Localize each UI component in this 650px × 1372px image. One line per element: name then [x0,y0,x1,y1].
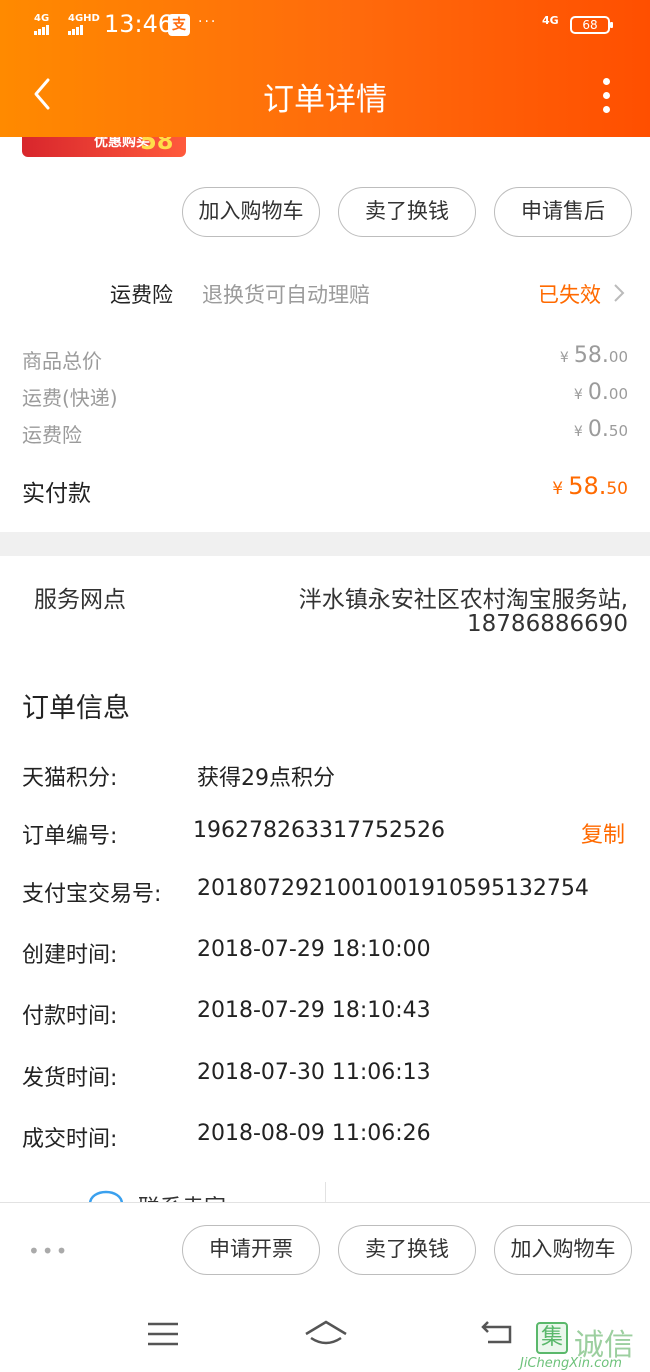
service-point-phone[interactable]: 18786886690 [467,611,628,637]
status-bar: 4G 4GHD 13:46 支 ··· 4G 68 [0,0,650,52]
status-time: 13:46 [104,10,174,38]
more-vertical-icon[interactable] [596,78,616,114]
signal-bars-icon [68,24,84,35]
product-image[interactable]: 优惠购买 58 [22,137,186,157]
order-info-value: 2018072921001001910595132754 [197,876,589,901]
order-info-label: 订单编号: [22,824,118,849]
add-to-cart-button[interactable]: 加入购物车 [494,1225,632,1275]
footer-action-bar: ••• 申请开票 卖了换钱 加入购物车 [0,1202,650,1296]
order-info-value: 2018-07-30 11:06:13 [197,1060,431,1085]
signal-bars-icon [34,24,50,35]
paid-value: ¥ 58.50 [552,472,628,500]
service-point-name: 泮水镇永安社区农村淘宝服务站, [298,587,628,613]
copy-button[interactable]: 复制 [581,817,625,849]
price-row-label: 运费险 [22,423,82,447]
order-info-label: 支付宝交易号: [22,882,162,907]
menu-icon[interactable] [146,1320,180,1352]
price-row-label: 运费(快递) [22,386,118,410]
signal-1: 4G [34,14,50,35]
price-row-value: ¥ 0.00 [573,380,628,405]
order-info-label: 天猫积分: [22,766,118,791]
freight-insurance-label: 运费险 [110,283,173,307]
signal-2: 4GHD [68,14,100,35]
product-promo-price: 58 [140,137,174,155]
watermark-domain: JiChengXin.com [520,1356,622,1371]
status-dots: ··· [198,14,218,30]
signal-1-label: 4G [34,13,50,24]
page-title: 订单详情 [263,82,387,118]
section-divider [0,532,650,556]
sell-for-cash-button[interactable]: 卖了换钱 [338,1225,476,1275]
header: 4G 4GHD 13:46 支 ··· 4G 68 订单详情 [0,0,650,137]
watermark: 集 诚信 JiChengXin.com [508,1316,650,1372]
freight-insurance-status: 已失效 [538,283,601,307]
price-row-value: ¥ 58.00 [559,343,628,368]
sell-for-cash-button[interactable]: 卖了换钱 [338,187,476,237]
price-row-label: 商品总价 [22,349,102,373]
paid-label: 实付款 [22,481,91,507]
request-invoice-button[interactable]: 申请开票 [182,1225,320,1275]
chevron-right-icon [612,282,626,308]
order-number-value: 196278263317752526 [193,818,445,843]
order-info-label: 创建时间: [22,943,118,968]
watermark-logo: 集 [536,1322,568,1354]
alipay-icon: 支 [168,14,190,36]
order-info-title: 订单信息 [22,693,130,724]
after-sales-button[interactable]: 申请售后 [494,187,632,237]
order-info-label: 付款时间: [22,1004,118,1029]
network-label: 4G [542,14,559,27]
battery-icon: 68 [570,16,613,34]
more-dots-icon[interactable]: ••• [28,1241,69,1261]
divider [325,1182,326,1204]
order-info-label: 发货时间: [22,1066,118,1091]
add-to-cart-button[interactable]: 加入购物车 [182,187,320,237]
order-info-value: 2018-07-29 18:10:43 [197,998,431,1023]
order-info-label: 成交时间: [22,1127,118,1152]
order-info-value: 获得29点积分 [197,766,335,791]
service-point-label: 服务网点 [34,587,126,613]
order-info-value: 2018-08-09 11:06:26 [197,1121,431,1146]
signal-2-label: 4GHD [68,13,100,24]
freight-insurance-desc: 退换货可自动理赔 [202,283,370,307]
home-icon[interactable] [303,1318,349,1352]
order-info-value: 2018-07-29 18:10:00 [197,937,431,962]
price-row-value: ¥ 0.50 [573,417,628,442]
